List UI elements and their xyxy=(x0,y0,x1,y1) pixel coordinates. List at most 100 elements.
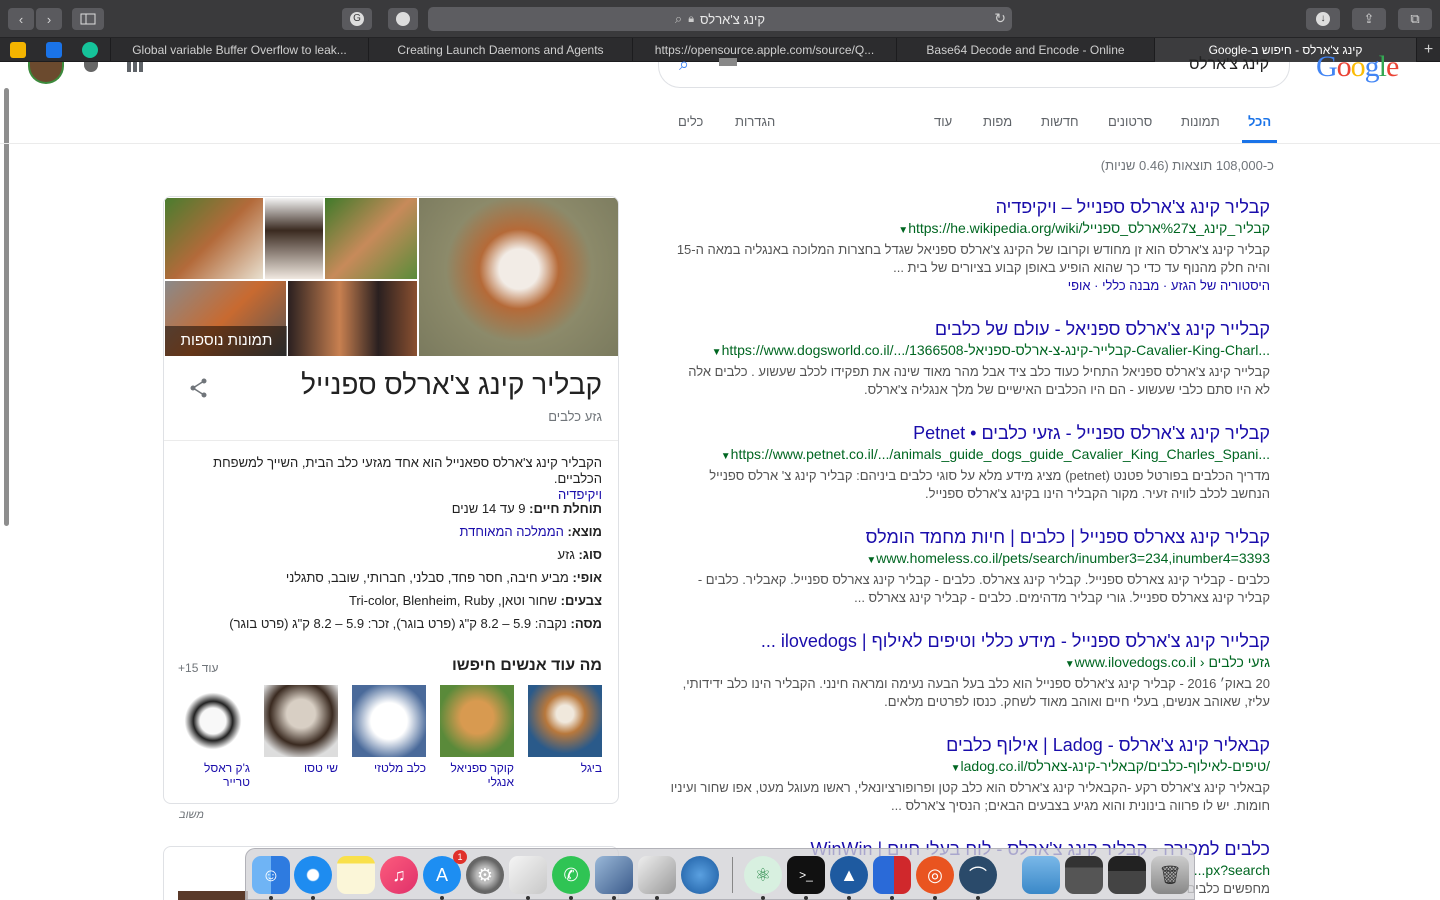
window2-icon[interactable] xyxy=(1108,856,1146,894)
notes-icon[interactable] xyxy=(337,856,375,894)
whatsapp-icon[interactable]: ✆ xyxy=(552,856,590,894)
search-box[interactable]: קינג צ'ארלס ⌕ xyxy=(658,54,1290,88)
reload-icon[interactable]: ↻ xyxy=(994,10,1006,27)
search-result: קבליר קינג צ'ארלס ספנייל - גזעי כלבים • … xyxy=(670,422,1270,503)
tab-tools[interactable]: כלים xyxy=(678,114,703,129)
vm-icon[interactable] xyxy=(873,856,911,894)
tab-more[interactable]: עוד xyxy=(934,114,952,129)
apps-grid-icon[interactable] xyxy=(127,62,143,72)
result-title[interactable]: קבליר קינג צארלס ספנייל | כלבים | חיות מ… xyxy=(670,526,1270,548)
fact-label[interactable]: מסה: xyxy=(570,616,602,631)
keyboard-icon[interactable] xyxy=(719,58,737,66)
grammarly-bookmark-icon[interactable] xyxy=(82,42,98,58)
dropdown-arrow-icon[interactable]: ▼ xyxy=(951,763,961,774)
terminal-icon[interactable]: >_ xyxy=(787,856,825,894)
result-snippet: קבלייר קינג צ'ארלס ספניאל התחיל כעוד כלב… xyxy=(688,364,1270,397)
knowledge-panel: תמונות נוספות קבליר קינג צ'ארלס ספנייל ג… xyxy=(163,196,619,804)
pasa-item-shihtzu[interactable]: שי טסו xyxy=(264,685,338,775)
fact-label[interactable]: תוחלת חיים: xyxy=(529,501,602,516)
search-icon[interactable]: ⌕ xyxy=(679,54,689,75)
people-also-search-more[interactable]: עוד 15+ xyxy=(178,661,218,675)
share-icon[interactable] xyxy=(188,377,210,399)
result-title[interactable]: קבלייר קינג צ'ארלס ספניאל - עולם של כלבי… xyxy=(670,318,1270,340)
pasa-item-cocker[interactable]: קוקר ספניאל אנגלי xyxy=(440,685,514,789)
search-input[interactable]: קינג צ'ארלס xyxy=(1189,56,1269,74)
pasa-item-maltese[interactable]: כלב מלטזי xyxy=(352,685,426,775)
tab-launch-daemons[interactable]: Creating Launch Daemons and Agents xyxy=(368,38,632,62)
fact-lifespan: תוחלת חיים: 9 עד 14 שנים xyxy=(178,501,602,517)
dog-image[interactable] xyxy=(287,280,418,357)
account-avatar[interactable] xyxy=(28,62,64,84)
tab-settings[interactable]: הגדרות xyxy=(735,114,775,129)
forward-button[interactable]: › xyxy=(36,8,62,30)
drive-icon[interactable] xyxy=(10,42,26,58)
wikipedia-link[interactable]: ויקיפדיה xyxy=(558,487,602,502)
dog-image[interactable] xyxy=(324,197,418,280)
textedit-icon[interactable] xyxy=(509,856,547,894)
result-title[interactable]: קבאליר קינג צ'ארלס - Ladog | אילוף כלבים xyxy=(670,734,1270,756)
docs-icon[interactable] xyxy=(46,42,62,58)
result-sitelinks[interactable]: היסטוריה של הגזע · מבנה כללי · אופי xyxy=(670,277,1270,295)
more-images-label[interactable]: תמונות נוספות xyxy=(165,326,288,356)
dog-image-main[interactable] xyxy=(418,197,618,357)
notifications-icon[interactable] xyxy=(84,62,98,72)
music-icon[interactable]: ♫ xyxy=(380,856,418,894)
shield-icon xyxy=(396,12,410,26)
result-snippet: קבאליר קינג צ'ארלס רקע -הקבאליר קינג צ'א… xyxy=(670,780,1270,813)
fact-label[interactable]: סוג: xyxy=(578,547,602,562)
share-button[interactable]: ⇪ xyxy=(1352,8,1386,30)
back-button[interactable]: ‹ xyxy=(8,8,34,30)
tab-images[interactable]: תמונות xyxy=(1181,114,1220,129)
fact-label[interactable]: מוצא: xyxy=(568,524,602,539)
tab-opensource-apple[interactable]: https://opensource.apple.com/source/Q... xyxy=(632,38,896,62)
safari-icon[interactable] xyxy=(294,856,332,894)
wireshark-icon[interactable]: ⌒ xyxy=(959,856,997,894)
result-title[interactable]: קבליר קינג צ'ארלס ספנייל – ויקיפדיה xyxy=(670,196,1270,218)
dog-image[interactable] xyxy=(164,197,264,280)
dropdown-arrow-icon[interactable]: ▼ xyxy=(898,225,908,236)
dropdown-arrow-icon[interactable]: ▼ xyxy=(721,451,731,462)
finder-icon[interactable]: ☺ xyxy=(252,856,290,894)
folder-icon[interactable] xyxy=(1022,856,1060,894)
google-logo[interactable]: Google xyxy=(1316,50,1399,84)
globe-icon[interactable] xyxy=(681,856,719,894)
script-icon[interactable] xyxy=(638,856,676,894)
dropdown-arrow-icon[interactable]: ▼ xyxy=(866,555,876,566)
tab-videos[interactable]: סרטונים xyxy=(1108,114,1152,129)
tab-all[interactable]: הכל xyxy=(1248,114,1271,129)
fact-label[interactable]: אופי: xyxy=(572,570,602,585)
grammarly-ext-button[interactable]: G xyxy=(342,8,372,30)
ubuntu-icon[interactable]: ◎ xyxy=(916,856,954,894)
tabs-overview-button[interactable]: ⧉ xyxy=(1398,8,1432,30)
tab-news[interactable]: חדשות xyxy=(1041,114,1079,129)
dog-image[interactable]: תמונות נוספות xyxy=(164,280,288,357)
address-bar[interactable]: ⌕ 🔒︎ קינג צ'ארלס ↻ xyxy=(428,7,1012,31)
scrollbar[interactable] xyxy=(4,88,9,526)
settings-icon[interactable]: ⚙ xyxy=(466,856,504,894)
window1-icon[interactable] xyxy=(1065,856,1103,894)
preview-icon[interactable] xyxy=(595,856,633,894)
running-indicator xyxy=(440,896,444,900)
dropdown-arrow-icon[interactable]: ▼ xyxy=(712,347,722,358)
dog-image[interactable] xyxy=(264,197,324,280)
kp-description: הקבליר קינג צ'ארלס ספאנייל הוא אחד מגזעי… xyxy=(178,455,602,503)
fact-value[interactable]: הממלכה המאוחדת xyxy=(460,524,568,539)
new-tab-button[interactable]: + xyxy=(1416,38,1440,62)
sidebar-button[interactable] xyxy=(72,8,104,30)
sourcetree-icon[interactable]: ▲ xyxy=(830,856,868,894)
trash-icon[interactable]: 🗑︎ xyxy=(1151,856,1189,894)
result-title[interactable]: קבלייר קינג צ'ארלס ספנייל - מידע כללי וט… xyxy=(670,630,1270,652)
fact-label[interactable]: צבעים: xyxy=(561,593,602,608)
pasa-item-beagle[interactable]: ביגל xyxy=(528,685,602,775)
pasa-item-jackrussell[interactable]: ג'ק ראסל טרייר xyxy=(176,685,250,789)
tab-base64[interactable]: Base64 Decode and Encode - Online xyxy=(896,38,1154,62)
dropdown-arrow-icon[interactable]: ▼ xyxy=(1065,659,1075,670)
atom-icon[interactable]: ⚛ xyxy=(744,856,782,894)
privacy-ext-button[interactable] xyxy=(388,8,418,30)
result-title[interactable]: קבליר קינג צ'ארלס ספנייל - גזעי כלבים • … xyxy=(670,422,1270,444)
tab-buffer-overflow[interactable]: Global variable Buffer Overflow to leak.… xyxy=(110,38,368,62)
downloads-button[interactable]: ↓ xyxy=(1306,8,1340,30)
tab-maps[interactable]: מפות xyxy=(983,114,1012,129)
appstore-icon[interactable]: A1 xyxy=(423,850,467,894)
feedback-link[interactable]: משוב xyxy=(179,809,204,821)
